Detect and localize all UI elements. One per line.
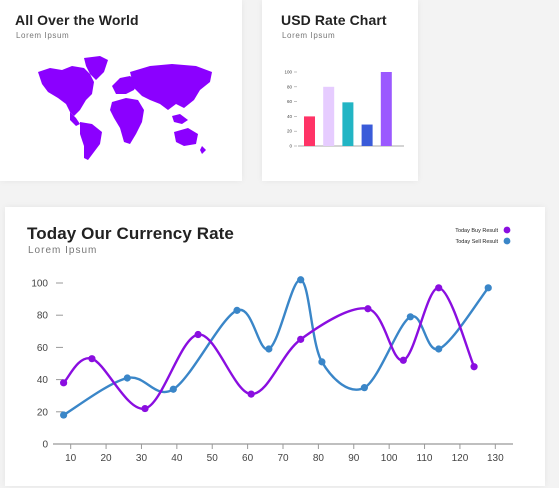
data-point: [88, 355, 96, 363]
x-tick-label: 100: [381, 453, 398, 464]
x-tick-label: 90: [348, 453, 360, 464]
x-tick-label: 30: [136, 453, 148, 464]
legend-label: Today Buy Result: [455, 228, 498, 234]
currency-rate-card: Today Our Currency Rate Lorem Ipsum 0 20 4…: [5, 207, 545, 486]
legend-marker: [503, 237, 511, 245]
data-point: [406, 313, 414, 321]
map-new-zealand: [200, 146, 206, 154]
x-tick-label: 20: [101, 453, 113, 464]
data-point: [169, 385, 177, 393]
data-point: [435, 345, 443, 353]
map-north-america: [38, 66, 94, 116]
usd-y-tick-label: 80: [287, 84, 293, 89]
x-tick-label: 110: [417, 453, 433, 464]
map-africa: [110, 98, 144, 144]
data-point: [233, 306, 241, 314]
x-tick-label: 60: [242, 453, 254, 464]
y-tick-label: 100: [31, 279, 48, 290]
world-map-card: All Over the World Lorem Ipsum: [0, 0, 242, 181]
map-australia: [174, 128, 198, 146]
data-point: [60, 379, 68, 387]
usd-rate-card: USD Rate Chart Lorem Ipsum 0 20 40 60 80 100: [262, 0, 418, 181]
y-tick-label: 60: [37, 343, 49, 354]
usd-y-tick-label: 20: [287, 129, 293, 134]
y-tick-label: 80: [37, 311, 49, 322]
map-asia: [130, 64, 212, 110]
world-map-shapes: [38, 56, 212, 160]
x-tick-label: 80: [313, 453, 325, 464]
map-se-asia: [172, 114, 188, 124]
usd-y-tick-label: 100: [284, 70, 292, 75]
data-point: [194, 330, 202, 339]
usd-y-tick-label: 0: [289, 144, 292, 149]
x-tick-label: 120: [452, 453, 469, 464]
usd-bar-chart: 0 20 40 60 80 100: [284, 70, 404, 149]
data-point: [297, 276, 305, 284]
data-point: [470, 363, 478, 371]
usd-bar: [304, 116, 315, 146]
data-point: [123, 374, 131, 382]
legend-label: Today Sell Result: [456, 239, 499, 245]
usd-bar: [323, 86, 335, 146]
data-point: [265, 345, 273, 353]
x-tick-label: 40: [171, 453, 183, 464]
data-point: [247, 390, 255, 398]
y-tick-label: 20: [37, 407, 49, 418]
x-tick-label: 10: [65, 453, 77, 464]
data-point: [399, 356, 407, 364]
y-tick-label: 0: [42, 440, 48, 451]
data-point: [435, 284, 443, 292]
data-point: [364, 305, 372, 313]
currency-line-chart: 0 20 40 60 80 100 10 20 30 40 50 60 70 80 90 100 110 120 1…: [31, 226, 513, 464]
world-map: [38, 56, 212, 160]
series-line: [63, 278, 490, 417]
x-tick-label: 70: [277, 453, 289, 464]
usd-y-tick-label: 40: [287, 114, 293, 119]
data-point: [60, 411, 68, 419]
x-tick-label: 130: [487, 453, 504, 464]
usd-y-tick-label: 60: [287, 99, 293, 104]
usd-bar: [361, 124, 373, 146]
data-point: [484, 284, 492, 292]
y-tick-label: 40: [37, 375, 49, 386]
data-point: [297, 335, 305, 343]
data-point: [360, 384, 368, 392]
data-point: [318, 358, 326, 366]
usd-bar: [342, 102, 354, 146]
usd-bar: [380, 72, 392, 146]
legend-marker: [503, 226, 511, 234]
map-south-america: [80, 122, 102, 160]
x-tick-label: 50: [207, 453, 219, 464]
data-point: [141, 404, 149, 413]
